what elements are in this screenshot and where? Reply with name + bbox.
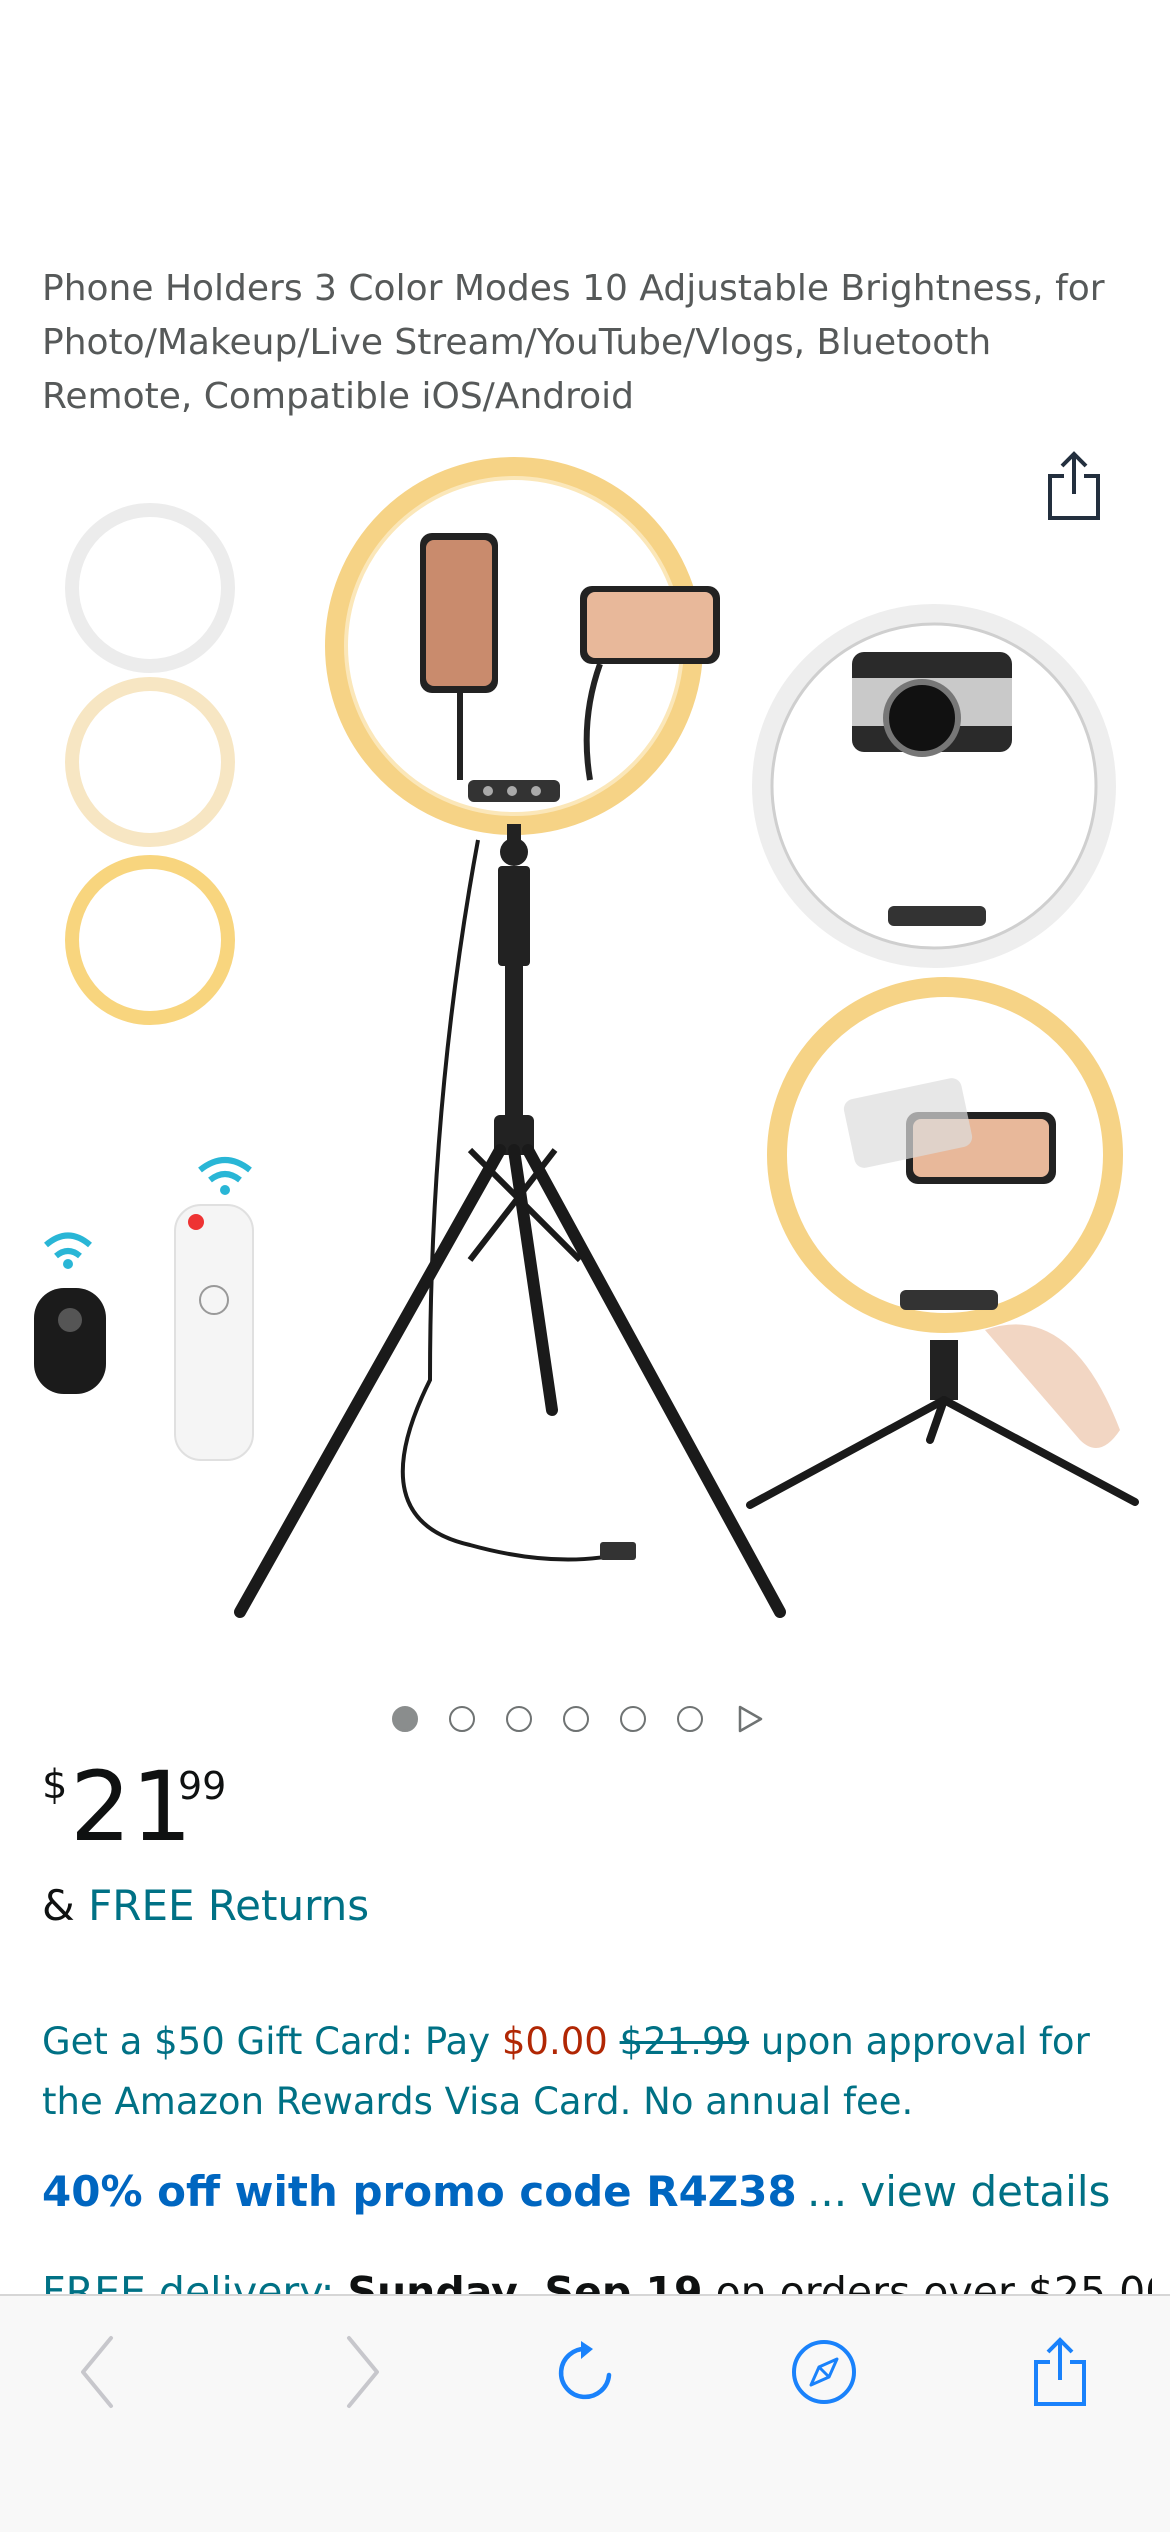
gift-card-pay: $0.00	[501, 2020, 608, 2063]
product-image[interactable]	[0, 440, 1170, 1640]
share-icon[interactable]	[1020, 2332, 1100, 2412]
ring-yellow-swatch	[65, 855, 235, 1025]
view-details-link[interactable]: ... view details	[807, 2167, 1110, 2216]
returns-line: & FREE Returns	[42, 1878, 369, 1934]
gift-card-lead: Get a $50 Gift Card: Pay	[42, 2020, 491, 2063]
product-title: Phone Holders 3 Color Modes 10 Adjustabl…	[42, 268, 1105, 417]
back-icon[interactable]	[58, 2332, 138, 2412]
gift-card-original-price: $21.99	[619, 2020, 750, 2063]
carousel-dot[interactable]	[392, 1706, 418, 1732]
forward-icon[interactable]	[322, 2332, 402, 2412]
delivery-lead[interactable]: FREE delivery:	[42, 2268, 334, 2294]
promo-line[interactable]: 40% off with promo code R4Z38V5F... view…	[42, 2162, 1152, 2222]
gift-card-offer[interactable]: Get a $50 Gift Card: Pay $0.00 $21.99 up…	[42, 2012, 1132, 2132]
video-play-icon[interactable]	[734, 1704, 764, 1734]
ring-warm-swatch	[65, 677, 235, 847]
carousel-dot[interactable]	[506, 1706, 532, 1732]
delivery-line: FREE delivery: Sunday, Sep 19 on orders …	[42, 2262, 1152, 2294]
carousel-dot[interactable]	[620, 1706, 646, 1732]
carousel-dot[interactable]	[449, 1706, 475, 1732]
carousel-dot[interactable]	[677, 1706, 703, 1732]
price-whole: 21	[70, 1751, 193, 1863]
compass-icon[interactable]	[784, 2332, 864, 2412]
promo-text: 40% off with promo code R4Z38V5F	[42, 2167, 797, 2216]
free-returns-link[interactable]: FREE Returns	[88, 1881, 369, 1930]
carousel-indicator[interactable]	[392, 1702, 764, 1736]
delivery-tail: on orders over $25.00	[715, 2268, 1152, 2294]
reload-icon[interactable]	[546, 2332, 626, 2412]
returns-prefix: &	[42, 1881, 75, 1930]
carousel-dot[interactable]	[563, 1706, 589, 1732]
ring-white-swatch	[65, 503, 235, 673]
browser-toolbar	[0, 2294, 1170, 2532]
price-currency: $	[42, 1762, 68, 1808]
price-fraction: 99	[178, 1764, 227, 1808]
delivery-date: Sunday, Sep 19	[347, 2268, 703, 2294]
